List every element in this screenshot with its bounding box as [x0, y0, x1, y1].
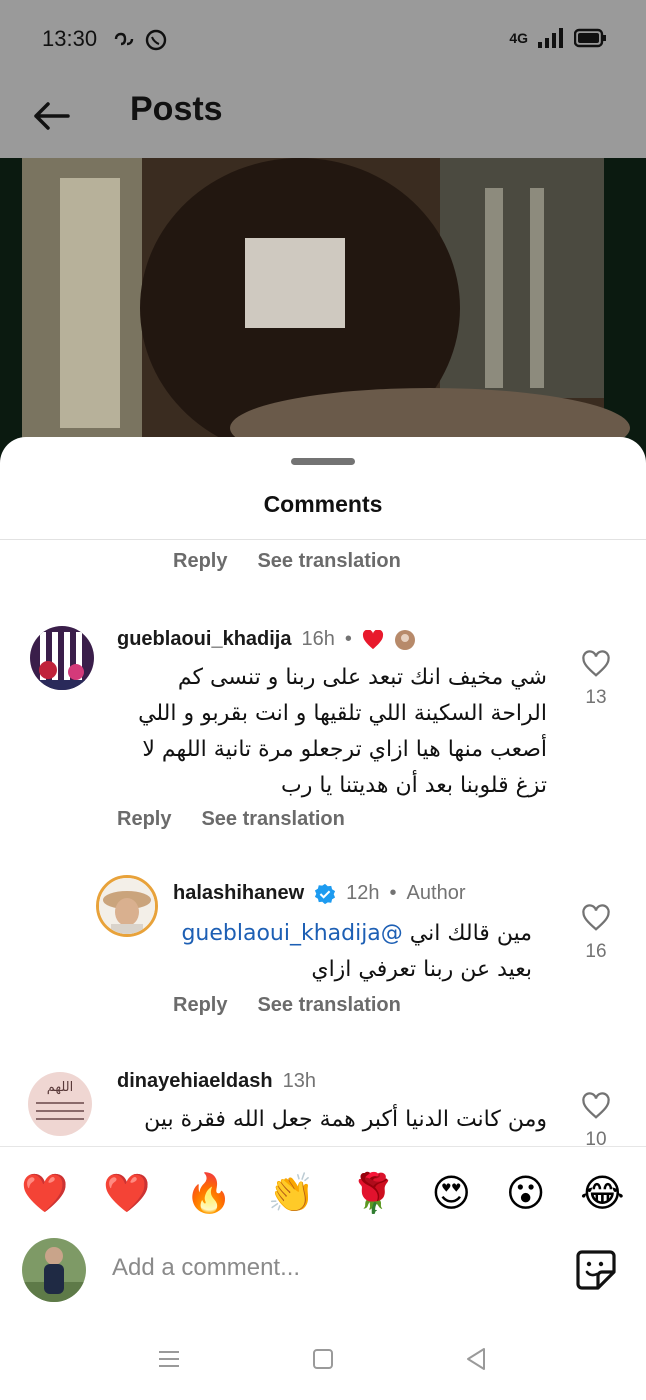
comment-text: ومن كانت الدنيا أكبر همة جعل الله فقرة ب…: [144, 1107, 547, 1132]
emoji-rose[interactable]: 🌹: [349, 1174, 396, 1212]
back-nav-icon[interactable]: [464, 1347, 488, 1371]
previous-comment-actions: Reply See translation: [173, 550, 401, 573]
app-bar: Posts: [0, 80, 646, 158]
status-bar: 13:30 4G: [0, 0, 646, 80]
comment-time: 12h: [346, 882, 380, 904]
separator-dot: •: [344, 628, 352, 650]
like-control[interactable]: 16: [576, 904, 616, 963]
emoji-heart-eyes[interactable]: 😍: [432, 1174, 472, 1212]
heart-filled-icon: [362, 629, 383, 649]
see-translation-button[interactable]: See translation: [201, 808, 344, 831]
comment-username[interactable]: dinayehiaeldash: [117, 1070, 273, 1093]
separator-dot: •: [389, 882, 397, 904]
comment-input[interactable]: Add a comment...: [112, 1254, 300, 1282]
mention-link[interactable]: @gueblaoui_khadija: [181, 921, 402, 946]
emoji-laughing[interactable]: 😂: [580, 1174, 624, 1212]
network-type: 4G: [509, 30, 528, 46]
heart-outline-icon[interactable]: [581, 650, 611, 678]
drag-handle[interactable]: [291, 458, 355, 465]
avatar-text: اللهم: [46, 1080, 74, 1095]
like-count: 13: [585, 687, 607, 708]
heart-outline-icon[interactable]: [581, 1092, 611, 1120]
comment-time: 13h: [282, 1070, 316, 1092]
page-title: Posts: [130, 90, 223, 128]
comment-text: مين قالك اني @gueblaoui_khadija بعيد عن …: [172, 916, 532, 988]
reply-button[interactable]: Reply: [173, 550, 227, 573]
comments-sheet: Comments Reply See translation gueblaoui…: [0, 437, 646, 1400]
own-avatar[interactable]: [22, 1238, 86, 1302]
see-translation-button[interactable]: See translation: [257, 994, 400, 1017]
whatsapp-icon: [145, 29, 167, 51]
emoji-surprised[interactable]: 😮: [506, 1174, 546, 1212]
reply-button[interactable]: Reply: [117, 808, 171, 831]
comment-text-line2: بعيد عن ربنا تعرفي ازاي: [311, 957, 532, 982]
reply-button[interactable]: Reply: [173, 994, 227, 1017]
battery-icon: [574, 28, 606, 48]
comment-text: شي مخيف انك تبعد على ربنا و تنسى كم الرا…: [138, 665, 547, 798]
comment-text-line1: مين قالك اني: [409, 921, 532, 946]
avatar[interactable]: [96, 875, 158, 937]
author-label: Author: [406, 882, 466, 904]
comment-composer: Add a comment...: [0, 1238, 646, 1330]
emoji-heart[interactable]: ❤️: [103, 1174, 150, 1212]
avatar[interactable]: [30, 626, 94, 690]
link-icon: [114, 32, 134, 46]
sheet-title: Comments: [263, 491, 383, 517]
recent-apps-icon[interactable]: [158, 1349, 180, 1369]
creator-liked-avatar-icon: [394, 629, 415, 650]
comment-username[interactable]: gueblaoui_khadija: [117, 628, 291, 651]
emoji-clapping[interactable]: 👏: [267, 1174, 314, 1212]
verified-badge-icon: [315, 883, 336, 904]
comment-username[interactable]: halashihanew: [173, 882, 304, 905]
emoji-fire[interactable]: 🔥: [185, 1174, 232, 1212]
status-time: 13:30: [42, 26, 98, 51]
home-icon[interactable]: [312, 1348, 334, 1370]
avatar-scribble: [36, 1102, 84, 1104]
see-translation-button[interactable]: See translation: [257, 550, 400, 573]
post-image[interactable]: [0, 158, 646, 458]
signal-icon: [538, 28, 563, 48]
heart-outline-icon[interactable]: [581, 904, 611, 932]
avatar[interactable]: اللهم: [28, 1072, 92, 1136]
divider: [0, 539, 646, 540]
like-control[interactable]: 13: [576, 650, 616, 709]
comment-time: 16h: [301, 628, 335, 650]
like-control[interactable]: 10: [576, 1092, 616, 1151]
emoji-reaction-bar: ❤️ ❤️ 🔥 👏 🌹 😍 😮 😂: [0, 1146, 646, 1238]
emoji-red-heart[interactable]: ❤️: [21, 1174, 68, 1212]
sticker-icon[interactable]: [574, 1248, 618, 1292]
system-nav-bar: [0, 1330, 646, 1400]
arrow-left-icon[interactable]: [28, 92, 76, 140]
like-count: 16: [585, 941, 607, 962]
